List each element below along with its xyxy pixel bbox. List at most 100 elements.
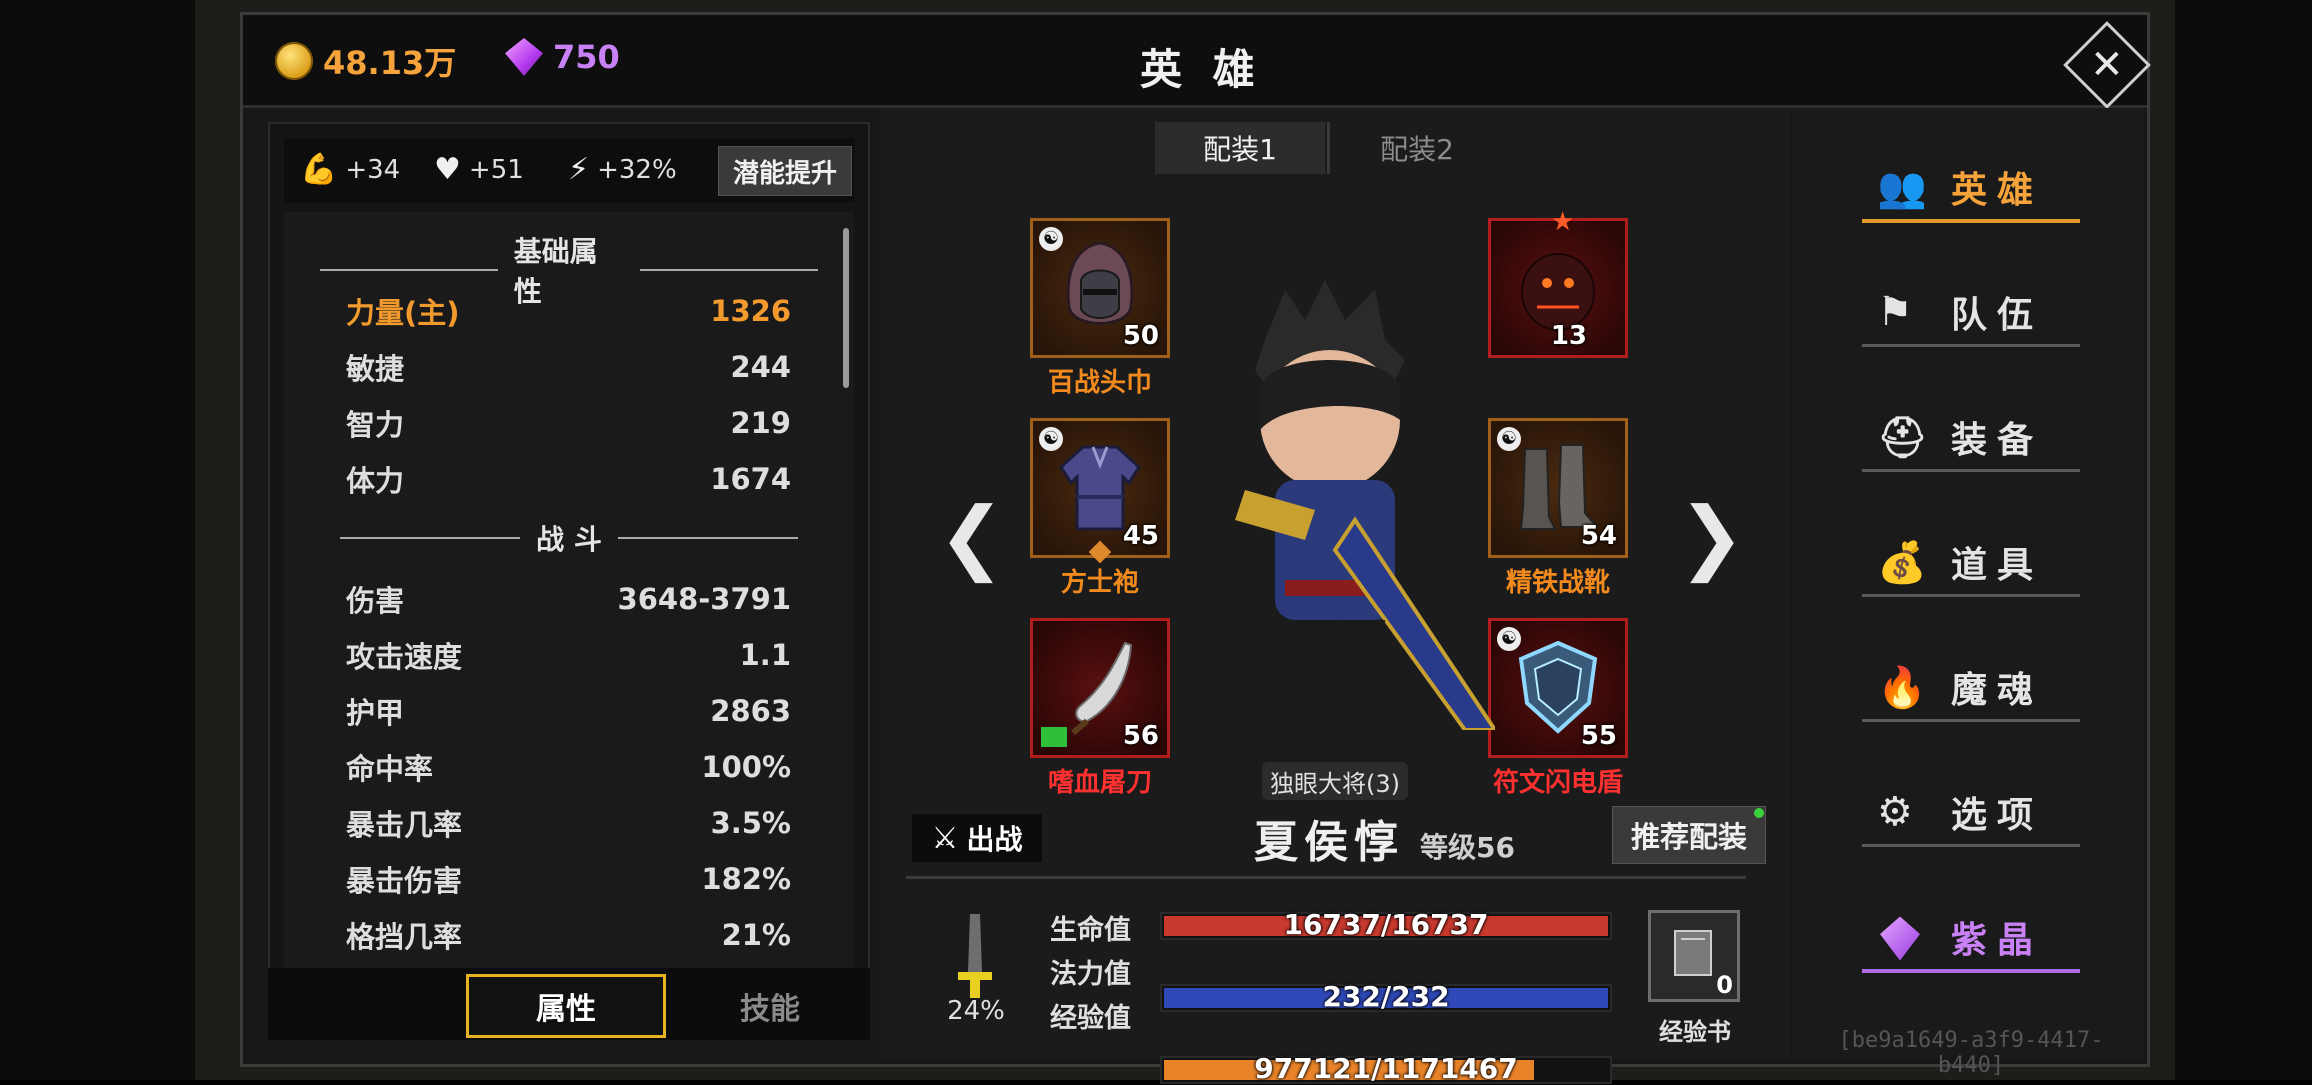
nav-label: 英雄 [1950,170,2043,211]
nav-label: 选项 [1950,795,2043,836]
divider [617,537,798,539]
slot-level: 13 [1550,321,1587,351]
lightning-icon: ⚡ [568,152,590,187]
shield-slot[interactable]: ☯ 55 [1488,618,1628,758]
gear-icon: ⚙ [1877,789,1923,835]
mp-label: 法力值 [1050,959,1131,990]
weapon-mastery-icon [958,914,992,998]
page-title: 英 雄 [1140,45,1263,94]
tab-loadout-1[interactable]: 配装1 [1155,122,1325,174]
stat-label: 暴击几率 [346,808,463,842]
exp-book-slot[interactable]: 0 [1648,910,1740,1002]
nav-underline [1862,969,2080,973]
stat-row-block-chance: 格挡几率 21% [346,913,791,957]
stat-label: 暴击伤害 [346,864,463,898]
exp-label: 经验值 [1050,1003,1131,1034]
stat-label: 智力 [346,408,405,442]
star-icon: ★ [1551,207,1575,237]
stat-label: 伤害 [346,584,405,618]
weapon-mastery-percent: 24% [947,996,1005,1026]
stat-row-intelligence: 智力 219 [346,401,791,445]
stat-label: 命中率 [346,752,434,786]
gold-display: 48.13万 [275,38,456,84]
gold-coin-icon [275,42,313,80]
weapon-name: 嗜血屠刀 [1047,768,1152,798]
nav-label: 魔魂 [1950,670,2043,711]
section-title: 战 斗 [536,523,602,556]
deploy-button[interactable]: ⚔ 出战 [912,814,1042,862]
nav-soul[interactable]: 🔥 魔魂 [1840,652,2080,722]
buff-health-value: +51 [468,154,524,185]
left-black-bar [0,0,195,1080]
next-hero-arrow[interactable]: ❯ [1678,490,1745,583]
stat-value: 3.5% [710,806,791,840]
stats-scrollbar[interactable] [843,228,849,388]
stat-value: 2863 [710,694,791,728]
divider [340,537,521,539]
watermark-id: [be9a1649-a3f9-4417-b440] [1838,1028,2104,1078]
stat-label: 体力 [346,464,405,498]
pet-slot[interactable]: ★ 13 [1488,207,1628,358]
nav-options[interactable]: ⚙ 选项 [1840,777,2080,847]
stat-value: 3648-3791 [617,582,791,616]
notification-dot [1754,808,1764,818]
helmet-slot[interactable]: ☯ 50 [1030,218,1170,358]
stat-row-stamina: 体力 1674 [346,457,791,501]
divider [640,269,818,271]
nav-hero[interactable]: 👥 英雄 [1840,152,2080,222]
nav-team[interactable]: ⚑ 队伍 [1840,277,2080,347]
flag-icon: ⚑ [1877,289,1923,335]
shield-name: 符文闪电盾 [1492,768,1623,798]
gold-amount: 48.13万 [323,44,457,82]
stat-value: 100% [701,750,791,784]
flame-icon: 🔥 [1876,664,1937,711]
nav-items[interactable]: 💰 道具 [1840,527,2080,597]
potential-upgrade-button[interactable]: 潜能提升 [718,146,852,196]
stat-row-crit-damage: 暴击伤害 182% [346,857,791,901]
hp-bar: 16737/16737 [1160,908,1612,941]
nav-underline [1862,344,2080,347]
divider [320,269,498,271]
nav-underline [1862,719,2080,722]
stat-row-armor: 护甲 2863 [346,689,791,733]
slot-level: 45 [1122,521,1159,551]
hero-character [1235,280,1495,730]
stat-value: 182% [701,862,791,896]
gem-display: 750 [505,38,620,76]
stat-row-hit-rate: 命中率 100% [346,745,791,789]
stat-row-agility: 敏捷 244 [346,345,791,389]
tab-attributes[interactable]: 属性 [466,974,666,1038]
weapon-slot[interactable]: 56 [1030,618,1170,758]
hp-value: 16737/16737 [1283,908,1489,941]
stat-label: 护甲 [346,696,405,730]
stat-row-crit-chance: 暴击几率 3.5% [346,801,791,845]
nav-label: 队伍 [1950,295,2043,336]
strength-arm-icon: 💪 [300,152,338,187]
hero-users-icon: 👥 [1876,164,1937,211]
nav-underline [1862,844,2080,847]
stat-row-strength: 力量(主) 1326 [346,289,791,333]
tab-loadout-2[interactable]: 配装2 [1332,122,1502,174]
boots-slot[interactable]: ☯ 54 [1488,418,1628,558]
stat-label: 敏捷 [346,352,405,386]
slot-level: 54 [1580,521,1617,551]
armor-slot[interactable]: ☯ 45 [1030,418,1170,558]
recommend-loadout-button[interactable]: 推荐配装 [1612,806,1766,864]
section-combat: 战 斗 [304,518,834,558]
slot-level: 56 [1122,721,1159,751]
armor-name: 方士袍 [1060,568,1139,598]
loadout-tabs: 配装1 配装2 [1155,122,1505,174]
tab-skills[interactable]: 技能 [700,974,840,1038]
stat-value: 1326 [710,294,791,328]
prev-hero-arrow[interactable]: ❮ [938,490,1005,583]
hp-label: 生命值 [1050,915,1131,946]
nav-equipment[interactable]: ⛑ 装备 [1840,402,2080,472]
divider [1327,122,1330,174]
nav-label: 道具 [1950,545,2043,586]
stat-value: 244 [730,350,791,384]
nav-crystal[interactable]: 紫晶 [1840,902,2080,972]
nav-underline [1862,469,2080,472]
purple-gem-icon [1877,914,1923,961]
buff-speed: ⚡ +32% [568,152,677,187]
right-black-bar [2175,0,2312,1080]
